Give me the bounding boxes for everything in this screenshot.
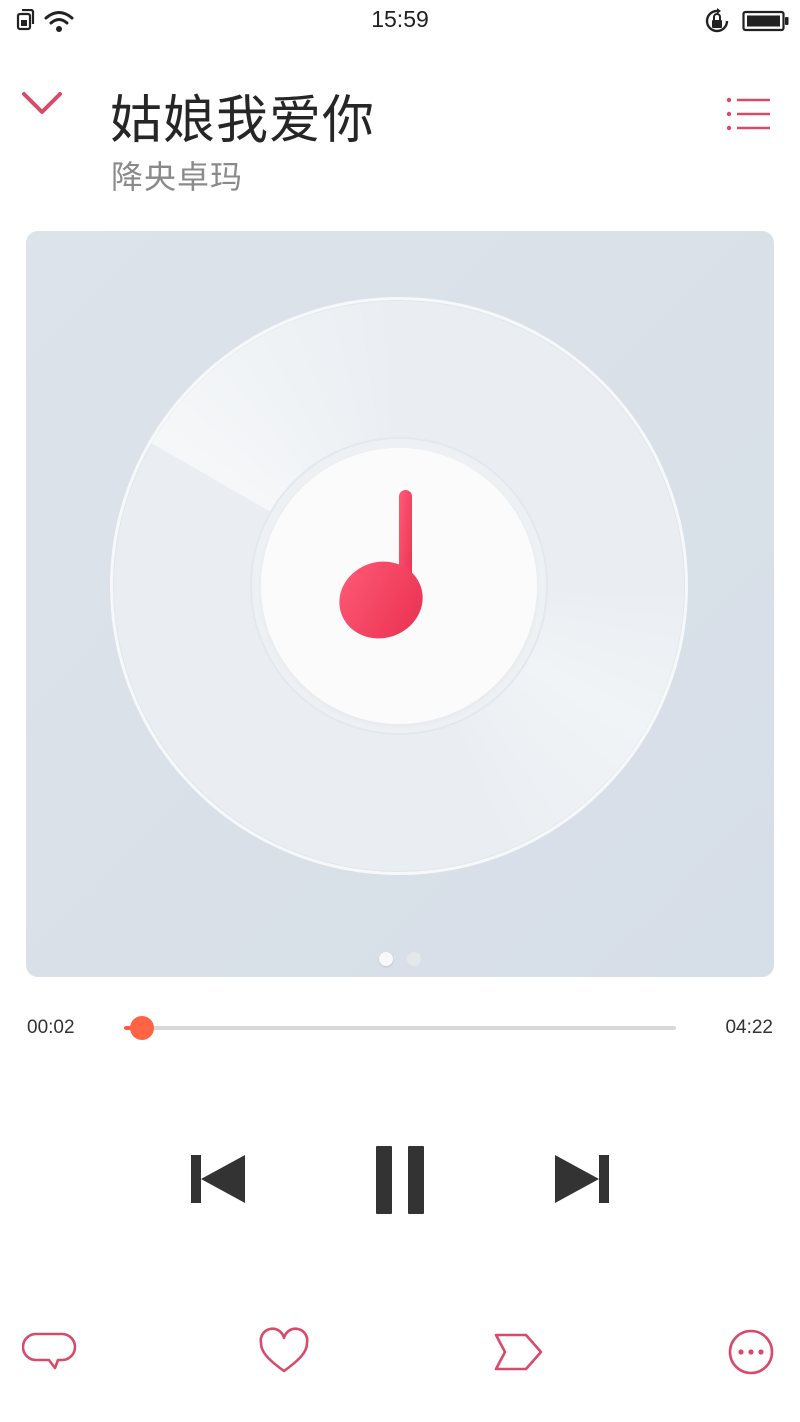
seek-thumb[interactable] bbox=[130, 1016, 154, 1040]
total-time: 04:22 bbox=[725, 1017, 773, 1038]
tag-icon bbox=[490, 1333, 546, 1385]
status-bar: 15:59 bbox=[0, 0, 800, 44]
collapse-button[interactable] bbox=[20, 88, 70, 128]
skip-previous-icon bbox=[188, 1155, 248, 1210]
current-time: 00:02 bbox=[27, 1017, 75, 1038]
pause-button[interactable] bbox=[374, 1144, 428, 1220]
heart-icon bbox=[256, 1327, 312, 1385]
vinyl-disc bbox=[110, 297, 688, 875]
rotation-lock-icon bbox=[703, 7, 731, 39]
seek-track[interactable] bbox=[124, 1016, 676, 1040]
battery-icon bbox=[742, 10, 790, 36]
progress-bar: 00:02 04:22 bbox=[0, 1005, 800, 1049]
status-time: 15:59 bbox=[371, 6, 429, 32]
chevron-down-icon bbox=[20, 92, 64, 122]
player-header: 姑娘我爱你 降央卓玛 bbox=[0, 60, 800, 210]
song-title: 姑娘我爱你 bbox=[110, 91, 376, 151]
next-button[interactable] bbox=[552, 1152, 612, 1210]
pause-icon bbox=[374, 1146, 428, 1220]
cover-art-panel[interactable] bbox=[26, 231, 774, 977]
favorite-button[interactable] bbox=[256, 1325, 312, 1381]
previous-button[interactable] bbox=[188, 1152, 248, 1210]
bottom-action-bar bbox=[0, 1325, 800, 1385]
tag-button[interactable] bbox=[490, 1325, 546, 1381]
page-dot-active[interactable] bbox=[379, 952, 393, 966]
more-icon bbox=[726, 1329, 782, 1385]
playlist-button[interactable] bbox=[726, 96, 778, 136]
page-dot[interactable] bbox=[407, 952, 421, 966]
comment-button[interactable] bbox=[21, 1325, 78, 1381]
song-artist: 降央卓玛 bbox=[111, 158, 244, 196]
page-indicator bbox=[26, 951, 774, 970]
music-note-icon bbox=[331, 488, 471, 658]
playback-controls bbox=[0, 1140, 800, 1220]
playlist-icon bbox=[726, 97, 772, 136]
more-button[interactable] bbox=[726, 1325, 782, 1381]
comment-icon bbox=[21, 1332, 78, 1385]
disc-label bbox=[261, 448, 537, 724]
skip-next-icon bbox=[552, 1155, 612, 1210]
